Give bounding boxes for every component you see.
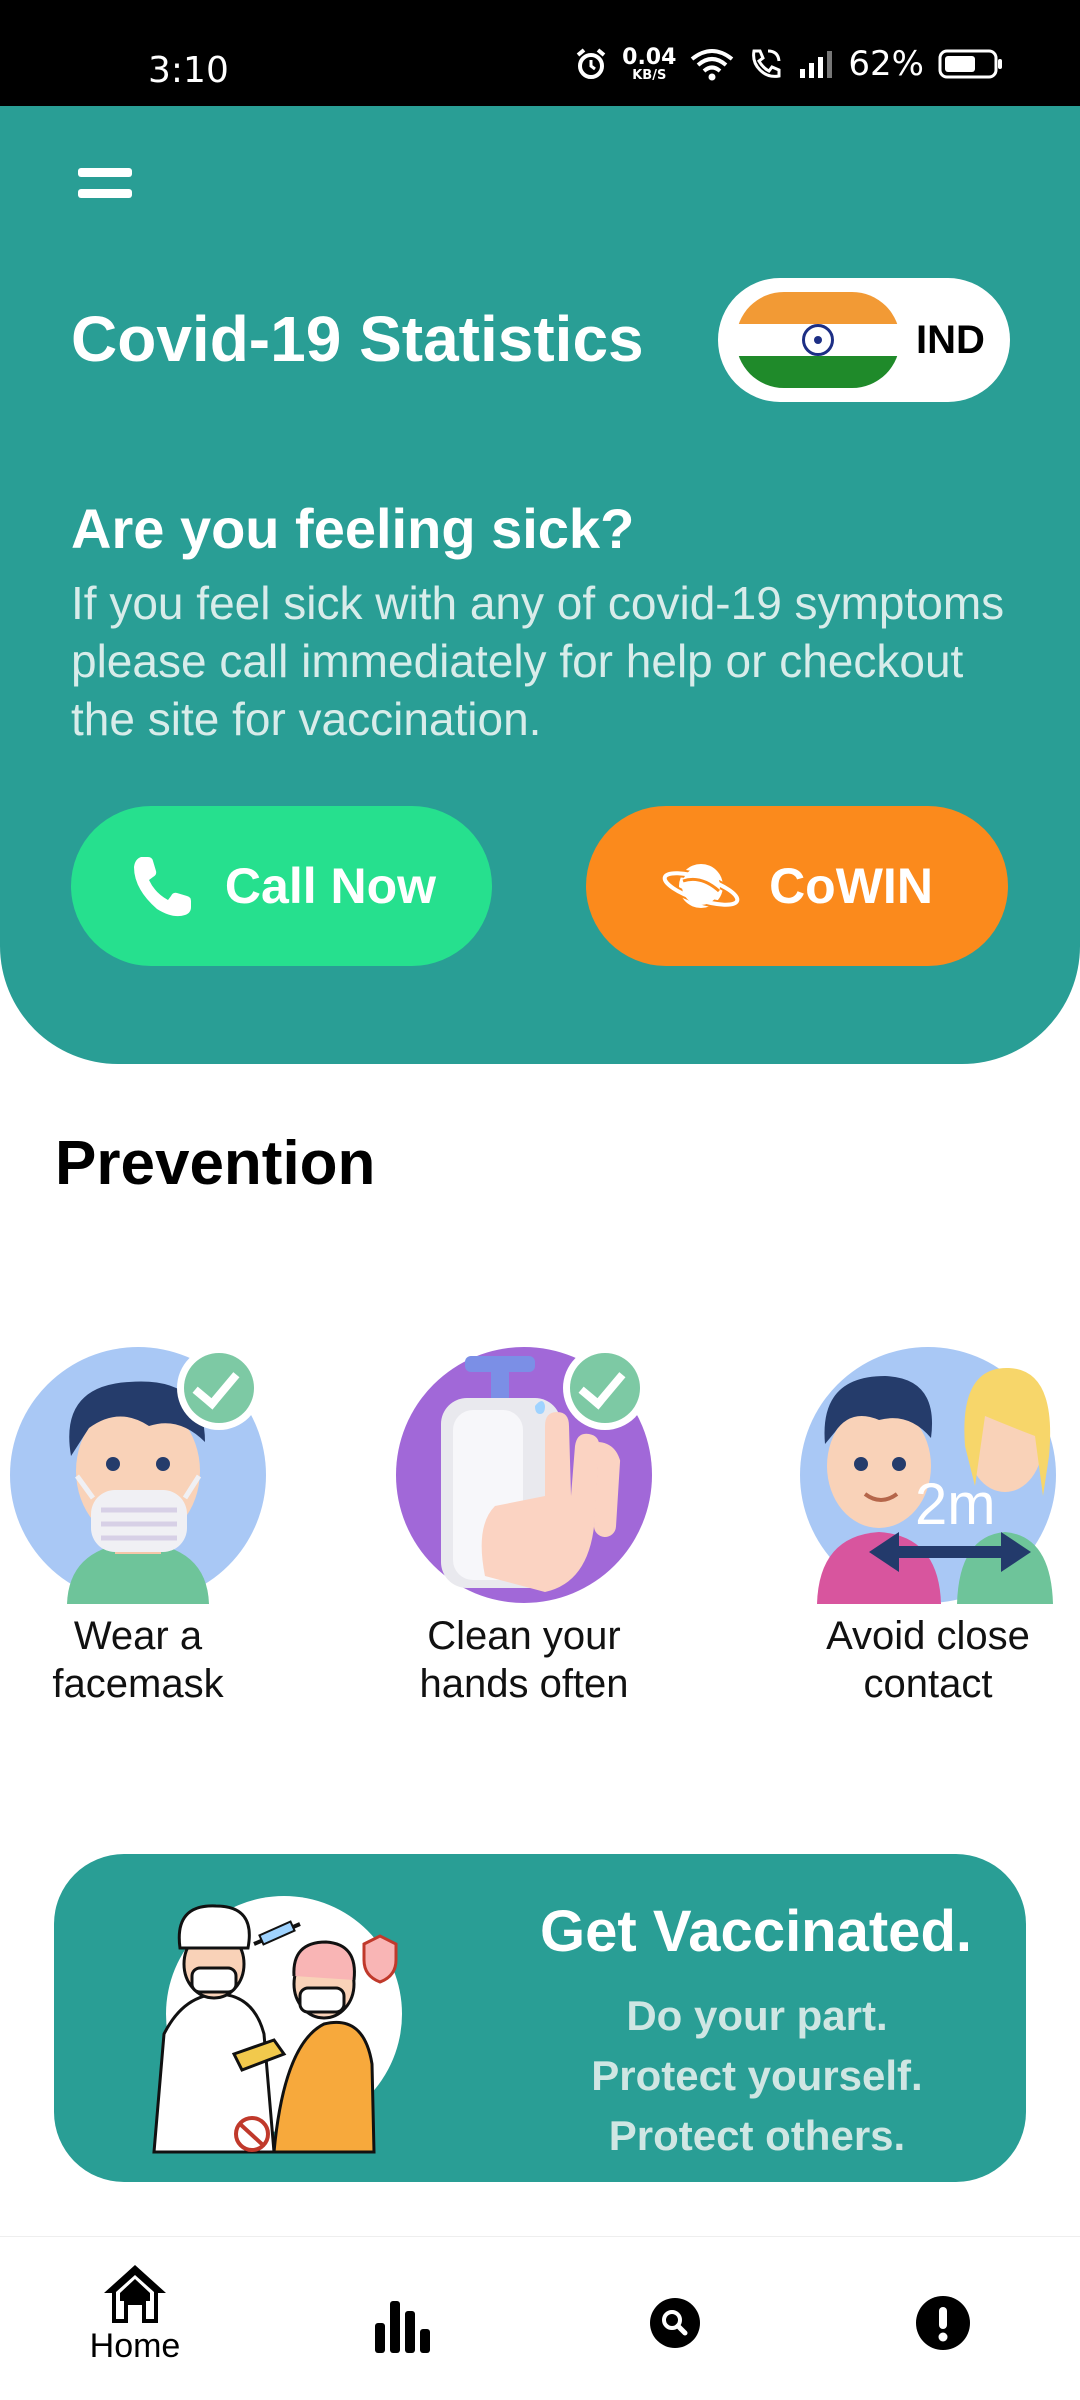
check-icon [177, 1346, 261, 1430]
battery-percent: 62% [848, 44, 924, 84]
sick-description: If you feel sick with any of covid-19 sy… [71, 577, 1005, 745]
nav-home-label: Home [89, 2327, 181, 2365]
wifi-icon [691, 49, 734, 81]
handwash-illustration [395, 1346, 653, 1604]
header-panel: Covid-19 Statistics IND Are you feeling … [0, 106, 1080, 1064]
call-now-button[interactable]: Call Now [71, 806, 492, 966]
distance-label-line1: Avoid close [826, 1614, 1030, 1658]
check-icon [563, 1346, 647, 1430]
get-vaccinated-card[interactable]: Get Vaccinated. Do your part. Protect yo… [54, 1854, 1026, 2182]
vaccinated-line-2: Protect yourself. [591, 2052, 923, 2099]
nav-alerts[interactable] [873, 2295, 1013, 2351]
alarm-icon [576, 48, 606, 79]
bottom-navigation: Home [0, 2236, 1080, 2400]
home-icon [104, 2265, 166, 2323]
phone-icon [133, 857, 191, 917]
distance-illustration: 2m [799, 1346, 1057, 1604]
nav-home[interactable]: Home [65, 2263, 205, 2366]
prevention-title: Prevention [55, 1129, 376, 1198]
distance-badge: 2m [915, 1472, 996, 1537]
hamburger-menu-icon[interactable] [72, 164, 138, 206]
search-icon [650, 2298, 700, 2348]
facemask-label-line2: facemask [52, 1662, 224, 1706]
india-flag-icon [736, 292, 900, 388]
alert-icon [916, 2296, 970, 2350]
facemask-illustration [9, 1346, 267, 1604]
nav-statistics[interactable] [333, 2287, 473, 2353]
net-speed: 0.04 KB/S [622, 44, 677, 83]
signal-icon [800, 51, 833, 78]
battery-icon [938, 49, 1002, 79]
status-bar: 3:10 0.04 KB/S 62% [0, 0, 1080, 106]
distance-label-line2: contact [863, 1662, 993, 1706]
nav-search[interactable] [605, 2297, 745, 2349]
handwash-label-line1: Clean your [427, 1614, 621, 1658]
prevention-item-handwash: Clean your hands often [374, 1346, 674, 1708]
country-code: IND [916, 318, 985, 362]
sick-title: Are you feeling sick? [71, 497, 635, 560]
wifi-calling-icon [752, 49, 781, 78]
bar-chart-icon [375, 2301, 430, 2353]
cowin-label: CoWIN [769, 858, 933, 914]
prevention-item-facemask: Wear a facemask [0, 1346, 288, 1708]
prevention-item-distance: 2m Avoid close contact [778, 1346, 1078, 1708]
handwash-label-line2: hands often [419, 1662, 629, 1706]
cowin-button[interactable]: CoWIN [586, 806, 1008, 966]
vaccinated-title: Get Vaccinated. [540, 1899, 972, 1964]
net-speed-value: 0.04 [622, 44, 677, 70]
vaccinated-line-3: Protect others. [608, 2112, 906, 2159]
vaccinated-line-1: Do your part. [626, 1992, 888, 2039]
call-now-label: Call Now [224, 858, 437, 914]
country-selector[interactable]: IND [718, 278, 1010, 402]
doctor-vaccinating-patient-illustration [152, 1896, 402, 2154]
net-speed-unit: KB/S [632, 67, 667, 83]
planet-icon [661, 864, 742, 909]
page-title: Covid-19 Statistics [71, 303, 644, 375]
status-time: 3:10 [148, 50, 229, 91]
status-icons: 0.04 KB/S 62% [574, 44, 1004, 84]
facemask-label-line1: Wear a [73, 1614, 203, 1658]
